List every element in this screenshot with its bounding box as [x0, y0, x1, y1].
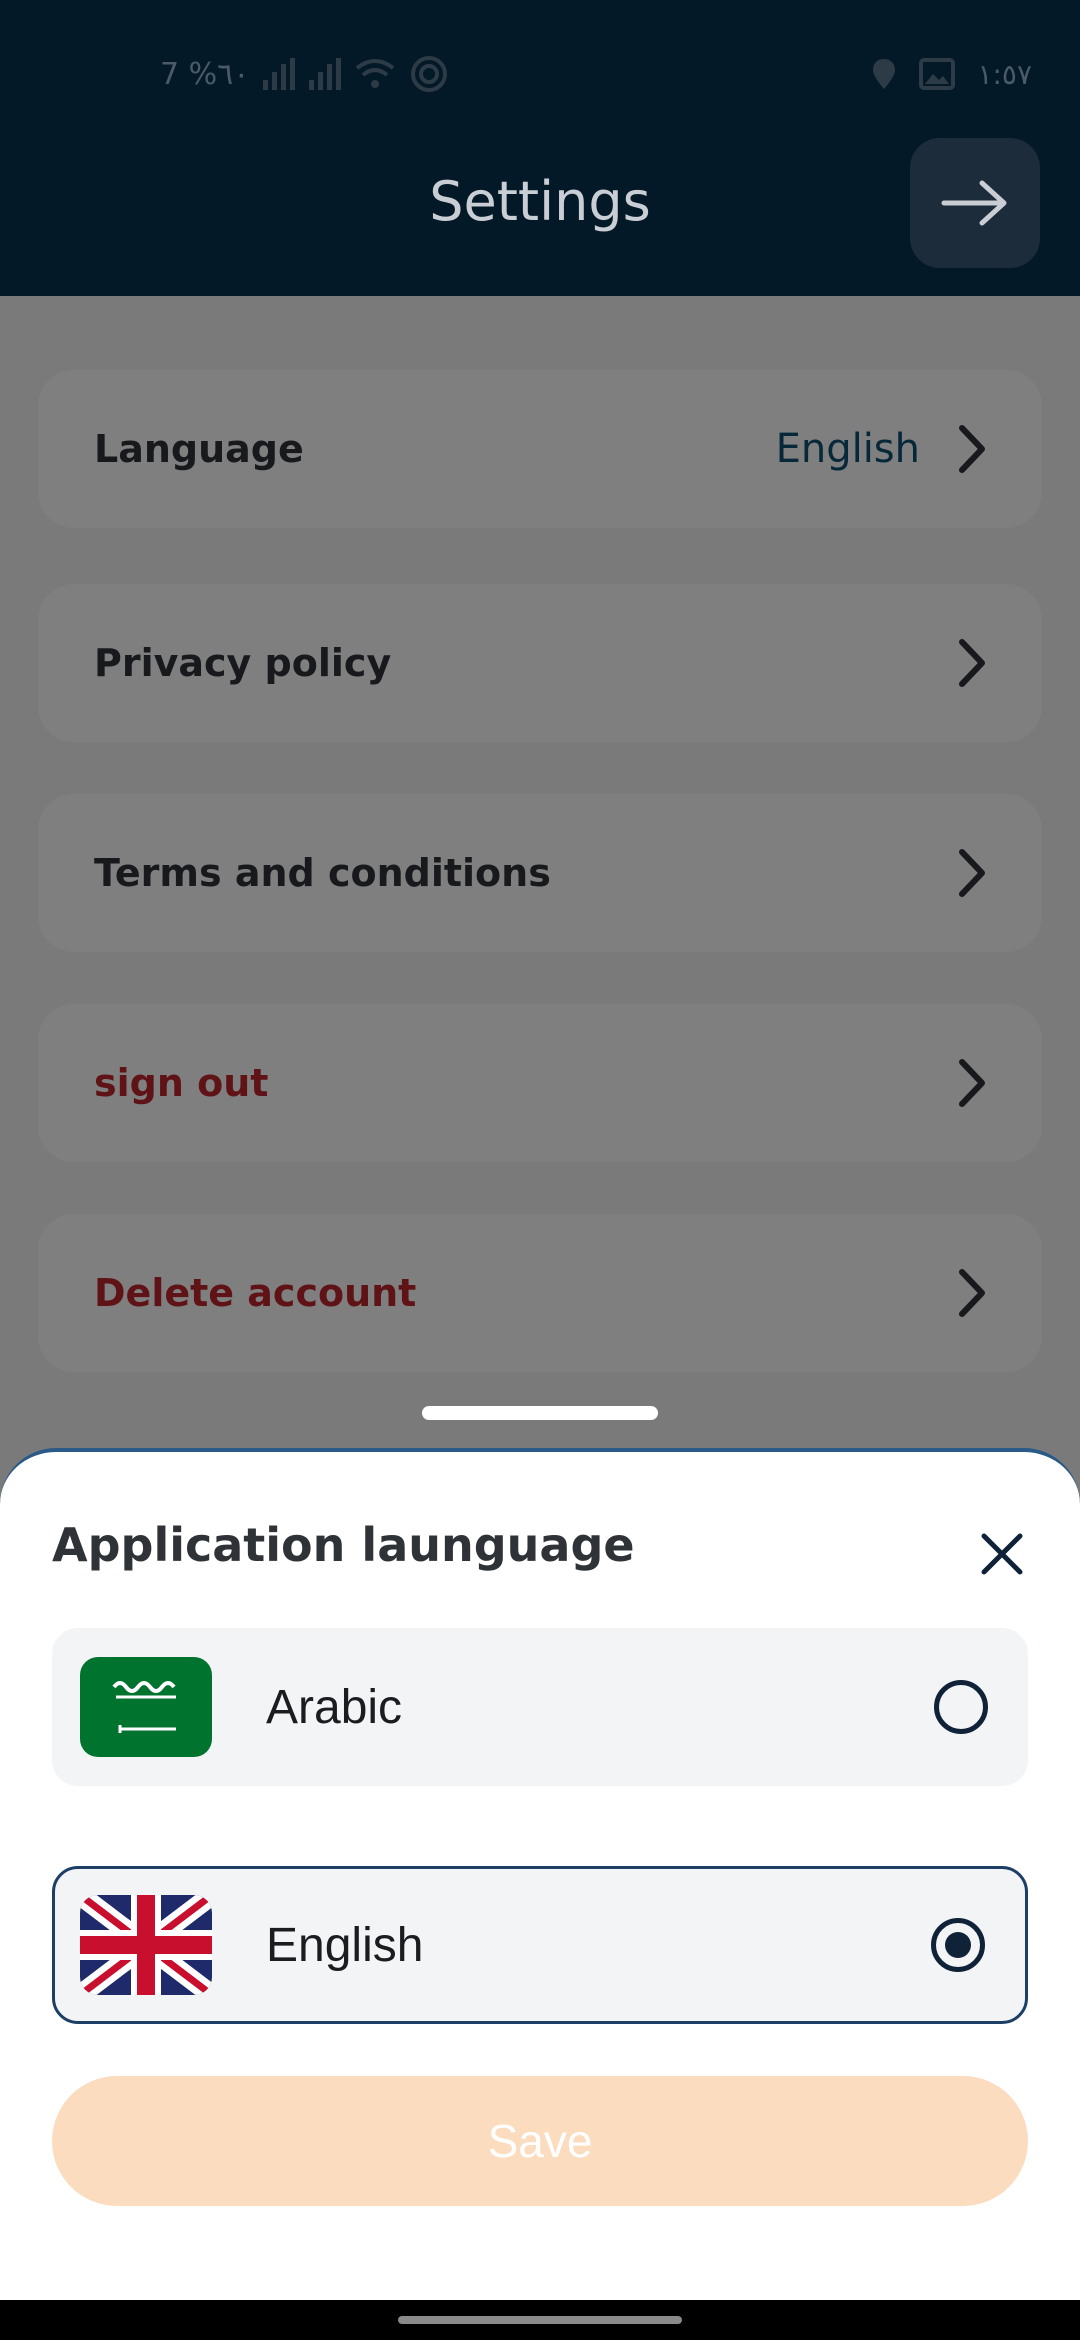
radio-selected-dot [945, 1932, 971, 1958]
arrow-right-icon [941, 180, 1007, 226]
close-icon [981, 1533, 1023, 1575]
language-option-arabic[interactable]: Arabic [52, 1628, 1028, 1786]
language-label: Arabic [266, 1680, 403, 1734]
home-gesture-pill[interactable] [398, 2316, 682, 2324]
language-label: English [266, 1918, 424, 1972]
language-bottom-sheet: Application launguage Arabic English Sav… [0, 1448, 1080, 2300]
wifi-icon [356, 59, 395, 88]
close-button[interactable] [972, 1524, 1032, 1584]
signal-icon-2 [309, 58, 342, 90]
sheet-title: Application launguage [52, 1518, 635, 1572]
uk-flag-icon [80, 1895, 212, 1995]
clock-text: ١:٥٧ [977, 57, 1032, 91]
language-option-english[interactable]: English [52, 1866, 1028, 2024]
save-button[interactable]: Save [52, 2076, 1028, 2206]
location-icon [873, 59, 896, 89]
radio-english[interactable] [931, 1918, 985, 1972]
image-icon [919, 58, 956, 90]
system-nav-bar [0, 2300, 1080, 2340]
app-header: 7 %٦٠ ١:٥٧ Settings [0, 0, 1080, 296]
status-right: ١:٥٧ [871, 52, 1032, 96]
status-left: 7 %٦٠ [160, 52, 449, 96]
status-left-text: 7 %٦٠ [160, 56, 250, 92]
sheet-drag-handle[interactable] [422, 1406, 658, 1420]
back-button[interactable] [910, 138, 1040, 268]
signal-icon [263, 58, 296, 90]
status-bar: 7 %٦٠ ١:٥٧ [0, 0, 1080, 130]
radio-arabic[interactable] [934, 1680, 988, 1734]
hotspot-icon [411, 56, 448, 92]
saudi-flag-icon [80, 1657, 212, 1757]
